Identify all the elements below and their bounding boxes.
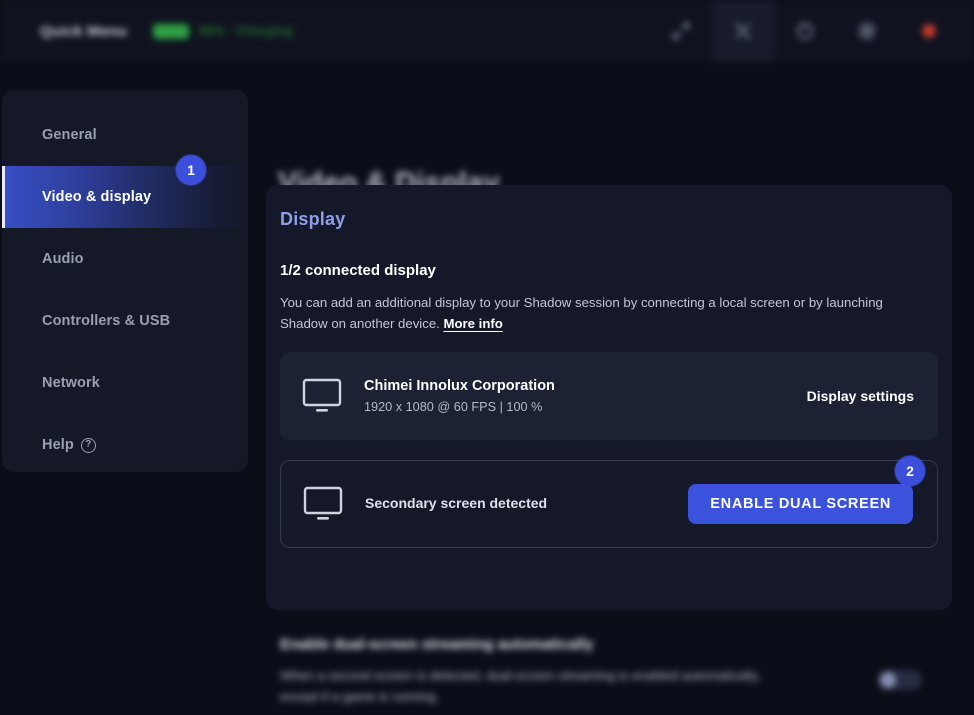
auto-dual-screen-setting: Enable dual-screen streaming automatical… — [266, 622, 952, 715]
enable-dual-screen-button[interactable]: ENABLE DUAL SCREEN — [688, 484, 913, 524]
panel-title: Display — [280, 209, 346, 229]
display-card-secondary: Secondary screen detected ENABLE DUAL SC… — [280, 460, 938, 548]
settings-icon[interactable] — [836, 0, 898, 62]
sidebar-item-label: Network — [42, 375, 100, 391]
sidebar-item-label: General — [42, 127, 97, 143]
restart-icon[interactable] — [774, 0, 836, 62]
monitor-icon — [302, 378, 342, 414]
top-bar: Quick Menu 99% · Charging — [0, 0, 974, 62]
battery-icon — [153, 23, 190, 39]
more-info-link[interactable]: More info — [444, 316, 503, 331]
sidebar-item-label: Audio — [42, 251, 84, 267]
sidebar-item-label: Help — [42, 437, 74, 453]
shortcut-icon[interactable] — [712, 0, 774, 62]
sidebar-item-audio[interactable]: Audio — [2, 228, 248, 290]
display-meta: 1920 x 1080 @ 60 FPS | 100 % — [364, 399, 543, 414]
fullscreen-icon[interactable] — [650, 0, 712, 62]
display-name: Chimei Innolux Corporation — [364, 377, 555, 394]
setting-title: Enable dual-screen streaming automatical… — [280, 636, 594, 653]
top-bar-actions — [650, 0, 974, 62]
setting-description: When a second screen is detected, dual-s… — [280, 668, 761, 704]
quick-menu-window: Quick Menu 99% · Charging General Video … — [0, 0, 974, 715]
connected-display-heading: 1/2 connected display — [280, 262, 436, 279]
display-info: Chimei Innolux Corporation 1920 x 1080 @… — [364, 377, 807, 416]
sidebar: General Video & display Audio Controller… — [2, 90, 248, 472]
connected-display-description: You can add an additional display to you… — [280, 292, 915, 334]
auto-dual-screen-toggle[interactable] — [878, 670, 922, 690]
secondary-display-label: Secondary screen detected — [365, 495, 548, 511]
display-settings-link[interactable]: Display settings — [807, 388, 914, 404]
display-panel: Display 1/2 connected display You can ad… — [266, 185, 952, 610]
close-icon[interactable] — [898, 0, 960, 62]
step-badge-2: 2 — [895, 456, 925, 486]
sidebar-item-label: Controllers & USB — [42, 313, 171, 329]
sidebar-item-controllers-usb[interactable]: Controllers & USB — [2, 290, 248, 352]
sidebar-item-help[interactable]: Help ? — [2, 414, 248, 476]
display-card-primary: Chimei Innolux Corporation 1920 x 1080 @… — [280, 352, 938, 440]
window-title: Quick Menu — [40, 22, 128, 40]
sidebar-item-video-display[interactable]: Video & display — [2, 166, 248, 228]
battery-status: 99% · Charging — [153, 23, 293, 39]
sidebar-item-label: Video & display — [42, 189, 152, 205]
monitor-icon — [303, 486, 343, 522]
question-circle-icon: ? — [80, 437, 96, 453]
setting-text: Enable dual-screen streaming automatical… — [280, 636, 878, 707]
description-text: You can add an additional display to you… — [280, 295, 883, 331]
sidebar-item-general[interactable]: General — [2, 104, 248, 166]
main-content: Video & Display shadow BUSINESS SOLUTION… — [248, 62, 974, 715]
toggle-knob — [880, 672, 896, 688]
secondary-display-info: Secondary screen detected — [365, 495, 688, 513]
battery-label: 99% · Charging — [199, 24, 293, 38]
sidebar-item-network[interactable]: Network — [2, 352, 248, 414]
step-badge-1: 1 — [176, 155, 206, 185]
